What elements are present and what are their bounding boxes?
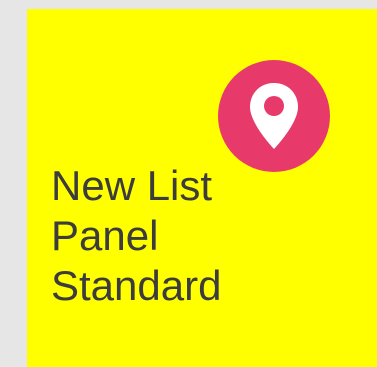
tile-title-line-2: Panel <box>51 212 159 259</box>
page: New List Panel Standard <box>0 0 377 367</box>
list-panel-tile[interactable]: New List Panel Standard <box>27 9 377 367</box>
tile-title-line-1: New List <box>51 162 213 209</box>
location-badge <box>218 60 330 172</box>
tile-title-line-3: Standard <box>51 262 222 309</box>
map-pin-icon <box>250 83 298 149</box>
tile-title: New List Panel Standard <box>51 161 351 311</box>
